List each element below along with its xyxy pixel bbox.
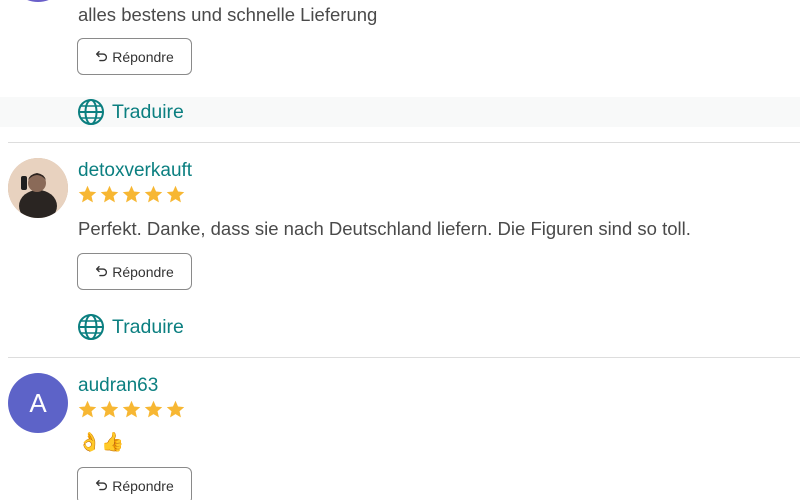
reply-label: Répondre: [112, 263, 174, 280]
reviews-list: alles bestens und schnelle Lieferung Rép…: [0, 0, 800, 500]
reply-arrow-icon: [96, 50, 108, 62]
star-icon: [122, 185, 141, 203]
avatar: [8, 0, 68, 2]
avatar-letter: A: [29, 387, 47, 418]
star-rating: [77, 184, 186, 206]
translate-label: Traduire: [112, 315, 184, 338]
username[interactable]: detoxverkauft: [78, 160, 192, 182]
globe-icon: [78, 314, 104, 340]
reply-label: Répondre: [112, 48, 174, 65]
reply-button[interactable]: Répondre: [77, 467, 192, 500]
avatar: [8, 158, 68, 218]
star-icon: [100, 400, 119, 418]
review-text: Perfekt. Danke, dass sie nach Deutschlan…: [78, 218, 691, 239]
star-icon: [144, 185, 163, 203]
star-icon: [122, 400, 141, 418]
translate-button[interactable]: Traduire: [77, 312, 184, 342]
username[interactable]: audran63: [78, 375, 158, 397]
star-icon: [166, 185, 185, 203]
divider: [8, 357, 800, 358]
reply-button[interactable]: Répondre: [77, 253, 192, 290]
reply-arrow-icon: [96, 265, 108, 277]
globe-icon: [78, 99, 104, 125]
reply-button[interactable]: Répondre: [77, 38, 192, 75]
person-photo-icon: [8, 158, 68, 218]
review-text: alles bestens und schnelle Lieferung: [78, 4, 378, 25]
avatar: A: [8, 373, 68, 433]
translate-button[interactable]: Traduire: [77, 97, 184, 127]
star-icon: [166, 400, 185, 418]
star-icon: [100, 185, 119, 203]
star-icon: [144, 400, 163, 418]
reply-label: Répondre: [112, 477, 174, 494]
review-text: 👌👍: [78, 431, 125, 452]
reply-arrow-icon: [96, 479, 108, 491]
star-icon: [78, 400, 97, 418]
star-rating: [77, 399, 186, 421]
translate-label: Traduire: [112, 100, 184, 123]
divider: [8, 142, 800, 143]
star-icon: [78, 185, 97, 203]
